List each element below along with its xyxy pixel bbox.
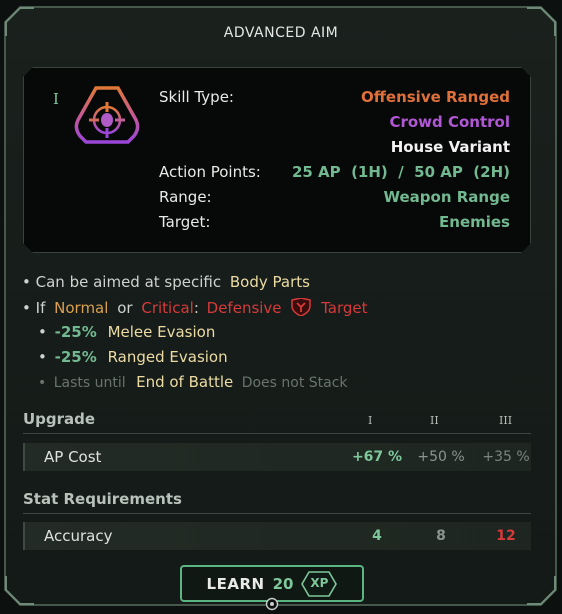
description-line-ranged-evasion: • -25% Ranged Evasion xyxy=(38,348,228,366)
melee-evasion-value: -25% xyxy=(54,323,97,341)
skill-variant-value: House Variant xyxy=(390,138,510,156)
accuracy-label: Accuracy xyxy=(44,527,113,545)
upgrade-row-ap-cost: AP Cost +67 % +50 % +35 % xyxy=(23,443,531,471)
normal-keyword: Normal xyxy=(54,299,109,317)
requirement-row-accuracy: Accuracy 4 8 12 xyxy=(23,522,531,550)
crosshair-hexagon-icon xyxy=(74,86,140,144)
accuracy-tier-2: 8 xyxy=(436,528,446,544)
description-line-duration: • Lasts until End of Battle Does not Sta… xyxy=(38,373,348,391)
defensive-keyword: Defensive xyxy=(206,299,282,317)
ap-cost-tier-2: +50 % xyxy=(417,449,465,465)
range-value: Weapon Range xyxy=(383,188,510,206)
learn-button-label: LEARN xyxy=(206,574,265,593)
skill-title: ADVANCED AIM xyxy=(223,25,339,41)
action-points-label: Action Points: xyxy=(159,163,261,181)
skill-type-value: Offensive Ranged xyxy=(361,88,510,106)
ap-cost-label: AP Cost xyxy=(44,448,102,466)
range-label: Range: xyxy=(159,188,212,206)
ap-cost-tier-3: +35 % xyxy=(482,449,530,465)
stat-requirements-heading: Stat Requirements xyxy=(23,490,531,514)
description-line-melee-evasion: • -25% Melee Evasion xyxy=(38,323,216,341)
xp-icon: XP xyxy=(301,570,338,597)
tier-header-1: I xyxy=(368,414,373,427)
ap-cost-tier-1: +67 % xyxy=(351,449,403,465)
tier-marker: I xyxy=(53,90,59,108)
action-points-value: 25 AP (1H) / 50 AP (2H) xyxy=(291,163,510,181)
critical-keyword: Critical xyxy=(141,299,194,317)
shield-icon xyxy=(291,298,312,316)
target-keyword: Target xyxy=(321,299,368,317)
upgrade-heading: Upgrade xyxy=(23,410,531,434)
tier-header-3: III xyxy=(499,414,513,427)
skill-subtype-value: Crowd Control xyxy=(389,113,510,131)
ranged-evasion-value: -25% xyxy=(54,348,97,366)
end-of-battle-keyword: End of Battle xyxy=(136,373,234,391)
learn-cost: 20 xyxy=(272,574,294,593)
target-value: Enemies xyxy=(439,213,510,231)
target-icon xyxy=(265,597,279,611)
description-line-body-parts: • Can be aimed at specific Body Parts xyxy=(22,273,310,291)
target-label: Target: xyxy=(159,213,211,231)
skill-type-label: Skill Type: xyxy=(159,88,234,106)
tier-header-2: II xyxy=(430,414,439,427)
accuracy-tier-3: 12 xyxy=(496,528,516,544)
description-line-condition: • If Normal or Critical: Defensive Targe… xyxy=(22,298,368,317)
body-parts-keyword: Body Parts xyxy=(229,273,310,291)
accuracy-tier-1: 4 xyxy=(372,528,382,544)
